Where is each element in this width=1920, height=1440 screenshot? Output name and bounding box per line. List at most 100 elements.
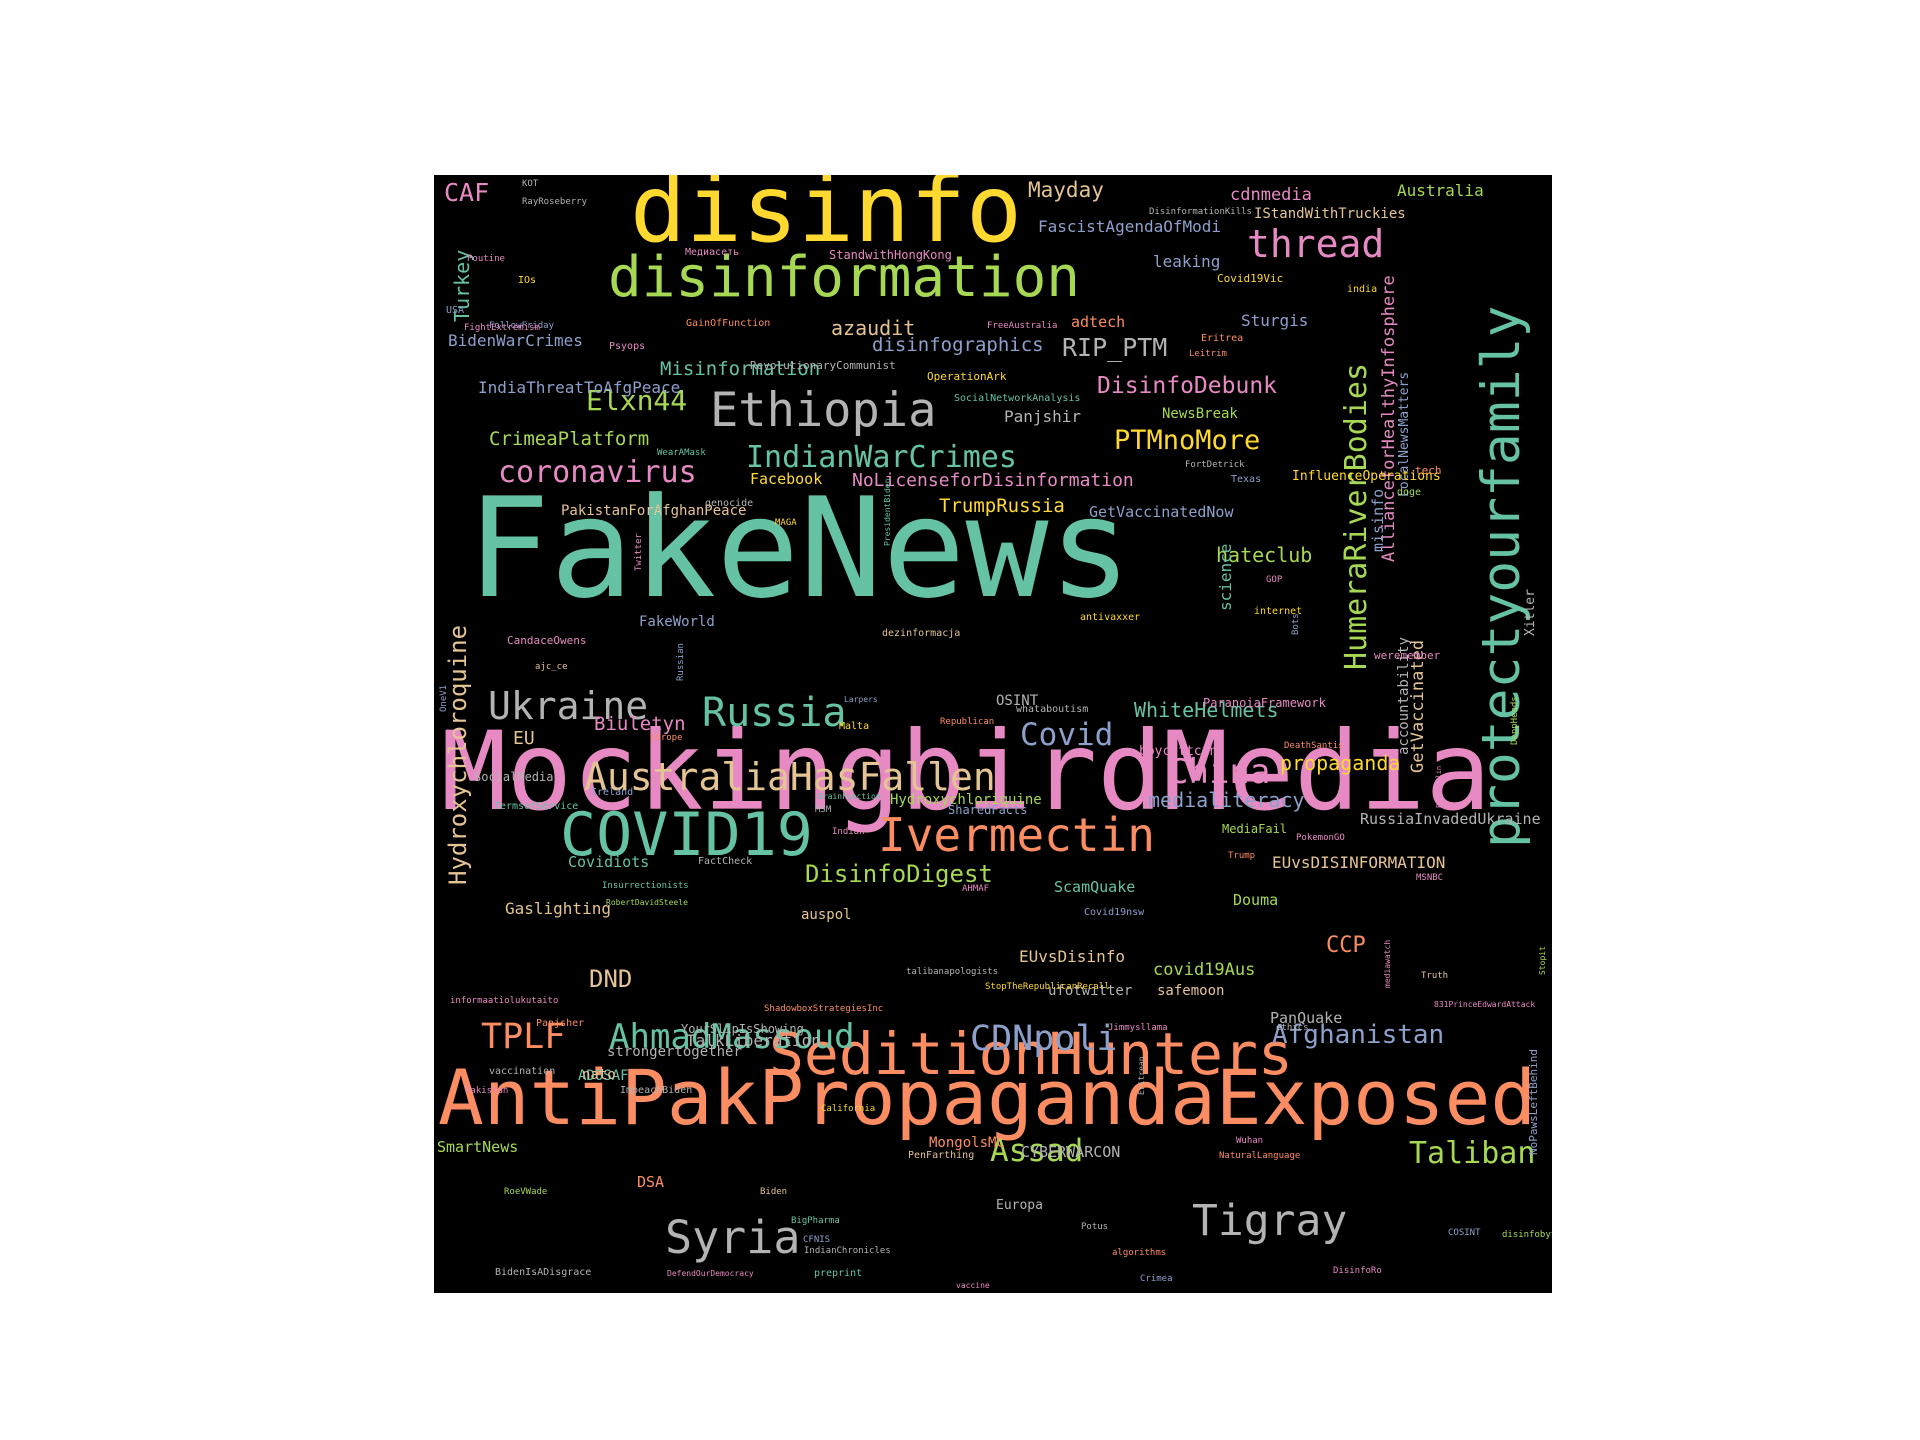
cloud-word: tech bbox=[1415, 464, 1442, 477]
cloud-word: Biuletyn bbox=[594, 713, 686, 735]
cloud-word: doge bbox=[1397, 487, 1422, 498]
cloud-word: DefendOurDemocracy bbox=[667, 1269, 754, 1278]
cloud-word: SharedFacts bbox=[948, 803, 1028, 817]
cloud-word: CDNpoli bbox=[970, 1019, 1118, 1059]
cloud-word: Syria bbox=[665, 1211, 801, 1264]
cloud-word: MAGA bbox=[775, 518, 797, 528]
cloud-word: Panjshir bbox=[1004, 407, 1082, 426]
cloud-word: ShadowboxStrategiesInc bbox=[764, 1004, 884, 1014]
cloud-word: WearAMask bbox=[657, 448, 706, 458]
cloud-word: Stopit bbox=[1538, 946, 1547, 975]
cloud-word: EUvsDISINFORMATION bbox=[1272, 853, 1446, 872]
cloud-word: DisinformationKills bbox=[1149, 207, 1252, 217]
cloud-word: Australia bbox=[1397, 181, 1484, 200]
cloud-word: CFNIS bbox=[803, 1235, 831, 1245]
cloud-word: BidenIsADisgrace bbox=[495, 1267, 592, 1278]
cloud-word: FreeAustralia bbox=[987, 321, 1058, 331]
cloud-word: covid19Aus bbox=[1153, 960, 1256, 980]
cloud-word: Ethiopia bbox=[710, 383, 937, 438]
cloud-word: FightExtremism bbox=[464, 323, 540, 333]
cloud-word: nato bbox=[582, 1067, 616, 1083]
cloud-word: BidenWarCrimes bbox=[448, 331, 583, 350]
cloud-word: RevolutionaryCommunist bbox=[750, 359, 896, 372]
cloud-word: vaccine bbox=[956, 1281, 990, 1290]
word-cloud: FakeNews MockingbirdMedia AntiPakPropagand… bbox=[434, 175, 1552, 1293]
cloud-word: boycottcnn bbox=[1139, 744, 1218, 759]
cloud-word: india bbox=[1347, 284, 1378, 295]
cloud-word: Trump bbox=[1228, 851, 1256, 861]
cloud-word: MediaFail bbox=[1222, 822, 1288, 836]
cloud-word: Facebook bbox=[750, 470, 823, 488]
cloud-word: medialiteracy bbox=[1148, 788, 1305, 812]
cloud-word: BigPharma bbox=[791, 1216, 840, 1226]
cloud-word: disinfobytes bbox=[1502, 1230, 1552, 1240]
cloud-word: EUrope bbox=[650, 733, 683, 743]
cloud-word: genocide bbox=[705, 498, 754, 509]
cloud-word: ParanoiaFramework bbox=[1203, 696, 1326, 710]
cloud-word: Crimea bbox=[1140, 1274, 1173, 1284]
cloud-word: disinfographics bbox=[872, 334, 1044, 356]
cloud-word: Truth bbox=[1421, 971, 1449, 981]
cloud-word: NewsBreak bbox=[1162, 406, 1238, 422]
cloud-word: Sturgis bbox=[1241, 311, 1309, 330]
cloud-word: California bbox=[821, 1104, 876, 1114]
cloud-word: DeppHeads bbox=[1510, 696, 1520, 745]
cloud-word: Psyops bbox=[609, 341, 646, 352]
cloud-word: Indian bbox=[832, 827, 865, 837]
cloud-word: ethics bbox=[1276, 1023, 1309, 1033]
cloud-word: Leitrim bbox=[1189, 349, 1227, 359]
cloud-word: PTMnoMore bbox=[1114, 425, 1261, 456]
cloud-word: IOs bbox=[518, 275, 537, 286]
cloud-word: GetVaccinatedNow bbox=[1089, 503, 1234, 521]
cloud-word: FascistAgendaOfModi bbox=[1038, 217, 1222, 236]
cloud-word: Xitler bbox=[1523, 589, 1538, 636]
cloud-word: China bbox=[1168, 752, 1271, 792]
cloud-word: Eritrean bbox=[1137, 1056, 1146, 1095]
cloud-word: Covid19nsw bbox=[1084, 907, 1145, 918]
cloud-word: RussiaInvadedUkraine bbox=[1360, 810, 1541, 828]
cloud-word: NoLicenseforDisinformation bbox=[852, 470, 1134, 491]
cloud-word: Douma bbox=[1233, 891, 1279, 909]
cloud-word: COSINT bbox=[1448, 1228, 1481, 1238]
cloud-word: ImpeachBiden bbox=[620, 1085, 693, 1096]
cloud-word: Twitter bbox=[634, 533, 644, 571]
cloud-word: MSM bbox=[815, 805, 832, 815]
cloud-word: Panjsher bbox=[536, 1018, 585, 1029]
cloud-word: auspol bbox=[801, 907, 852, 923]
cloud-word: coronavirus bbox=[498, 455, 697, 490]
cloud-word: antivaxxer bbox=[1080, 612, 1141, 623]
cloud-word: KOT bbox=[522, 179, 539, 189]
cloud-word: CandaceOwens bbox=[507, 634, 587, 647]
cloud-word: GainOfFunction bbox=[686, 318, 771, 329]
cloud-word: OneV1 bbox=[439, 684, 449, 712]
cloud-word: cdnmedia bbox=[1230, 185, 1312, 205]
cloud-word: vaccination bbox=[489, 1066, 556, 1077]
cloud-word: Malta bbox=[839, 721, 870, 732]
cloud-word: Europa bbox=[996, 1198, 1043, 1213]
cloud-word: RayRoseberry bbox=[522, 197, 588, 207]
cloud-word: IndianWarCrimes bbox=[746, 440, 1017, 475]
cloud-word: thread bbox=[1247, 222, 1385, 266]
cloud-word: DND bbox=[589, 965, 633, 993]
cloud-word: BrainFunction bbox=[818, 792, 881, 801]
cloud-word: propaganda bbox=[1280, 751, 1401, 775]
cloud-word: informaatiolukutaito bbox=[450, 996, 559, 1006]
cloud-word: CCP bbox=[1326, 933, 1366, 958]
cloud-word: NaturalLanguage bbox=[1219, 1151, 1301, 1161]
cloud-word: IndiaThreatToAfgPeace bbox=[478, 378, 681, 397]
cloud-word: Tigray bbox=[1192, 1196, 1348, 1246]
cloud-word: TrumpRussia bbox=[939, 495, 1065, 517]
cloud-word: PenFarthing bbox=[908, 1150, 975, 1161]
cloud-word: Potus bbox=[1081, 1222, 1109, 1232]
cloud-word: talibanapologists bbox=[906, 967, 999, 977]
cloud-word: DisinfoDebunk bbox=[1097, 373, 1278, 399]
cloud-word: PokemonGO bbox=[1296, 833, 1345, 843]
cloud-word: CrimeaPlatform bbox=[489, 428, 650, 450]
cloud-word: mediawatch bbox=[1383, 939, 1392, 988]
cloud-word: IndianChronicles bbox=[804, 1246, 891, 1256]
cloud-word: EUvsDisinfo bbox=[1019, 947, 1125, 966]
cloud-word: Wuhan bbox=[1236, 1136, 1264, 1146]
cloud-word: IStandWithTruckies bbox=[1254, 206, 1406, 222]
cloud-word: TermsofService bbox=[494, 801, 579, 812]
cloud-word: DSA bbox=[637, 1173, 665, 1191]
